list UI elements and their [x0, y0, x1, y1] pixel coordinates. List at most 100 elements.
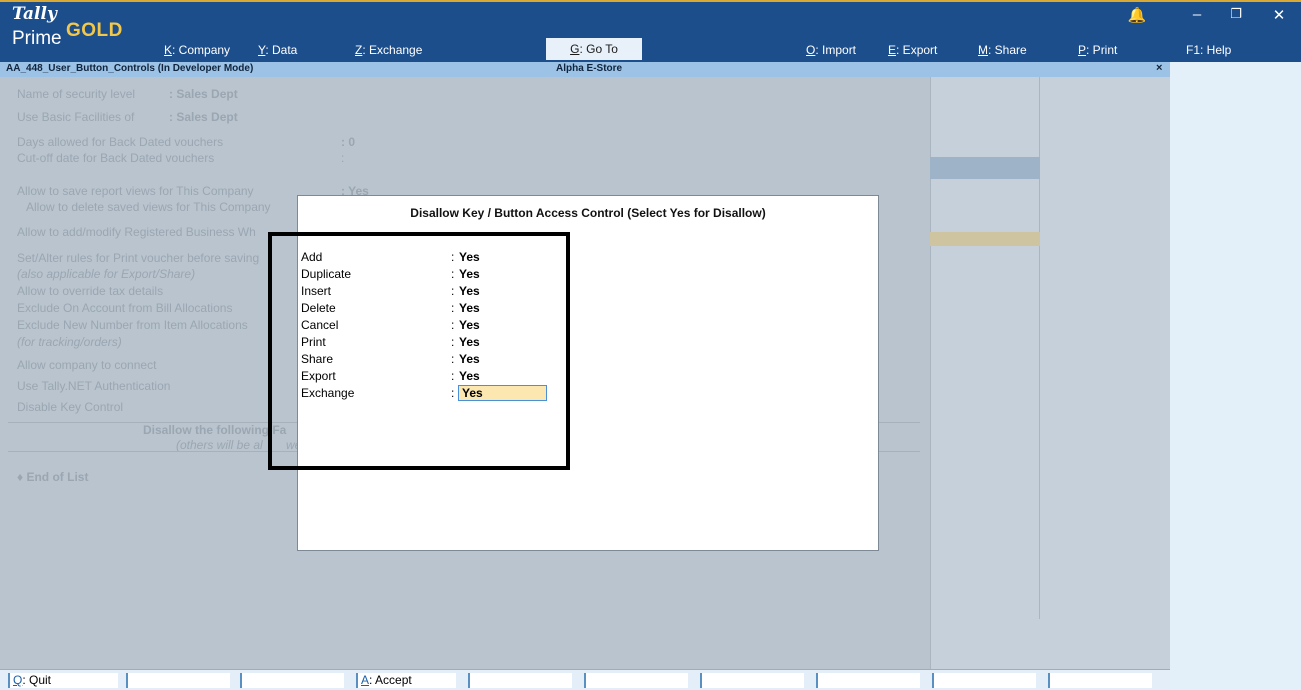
option-value-field[interactable]: Yes: [459, 352, 480, 366]
disallow-heading: Disallow the following Fa: [143, 423, 287, 437]
delete-views-label: Allow to delete saved views for This Com…: [26, 200, 271, 214]
logo-prime: Prime: [12, 28, 62, 49]
option-label: Insert: [301, 284, 332, 298]
disable-key-label: Disable Key Control: [17, 400, 124, 414]
option-label: Exchange: [301, 386, 355, 400]
title-strip: AA_448_User_Button_Controls (In Develope…: [0, 62, 1170, 77]
option-colon: :: [451, 250, 455, 264]
menu-exchange[interactable]: Z: Exchange: [355, 43, 422, 57]
bottom-slot-2[interactable]: [126, 673, 230, 688]
bottom-slot-3[interactable]: [240, 673, 344, 688]
exclude-new-number-label: Exclude New Number from Item Allocations: [17, 318, 248, 332]
menu-share-label: : Share: [988, 43, 1027, 57]
option-value-field[interactable]: Yes: [459, 369, 480, 383]
tracking-note: (for tracking/orders): [17, 335, 122, 349]
logo-gold: GOLD: [66, 20, 123, 41]
option-value-field[interactable]: Yes: [459, 301, 480, 315]
option-value-field[interactable]: Yes: [459, 318, 480, 332]
override-tax-label: Allow to override tax details: [17, 284, 164, 298]
bottom-button-bar: Q: Quit A: Accept: [0, 669, 1170, 690]
option-value-field[interactable]: Yes: [459, 267, 480, 281]
accept-button[interactable]: A: Accept: [356, 673, 456, 688]
option-row-share[interactable]: Share: Yes: [301, 351, 561, 368]
top-menu-bar: Tally GOLD Prime K: Company Y: Data Z: E…: [0, 0, 1301, 62]
option-label: Cancel: [301, 318, 339, 332]
menu-print-label: : Print: [1086, 43, 1118, 57]
bell-icon[interactable]: 🔔: [1127, 6, 1147, 24]
end-of-list: ♦ End of List: [17, 470, 89, 484]
days-back-dated-label: Days allowed for Back Dated vouchers: [17, 135, 224, 149]
basic-facilities-label: Use Basic Facilities of: [17, 110, 135, 124]
option-colon: :: [451, 318, 455, 332]
menu-print[interactable]: P: Print: [1078, 43, 1117, 57]
quit-label: : Quit: [22, 673, 52, 687]
close-icon[interactable]: ✕: [1269, 6, 1289, 24]
menu-data-label: : Data: [265, 43, 298, 57]
cutoff-date-value: :: [341, 151, 345, 165]
minimize-icon[interactable]: –: [1187, 6, 1207, 23]
option-row-export[interactable]: Export: Yes: [301, 368, 561, 385]
bottom-slot-5[interactable]: [468, 673, 572, 688]
print-rules-note: (also applicable for Export/Share): [17, 267, 196, 281]
bottom-slot-8[interactable]: [816, 673, 920, 688]
option-value-field[interactable]: Yes: [459, 335, 480, 349]
option-row-delete[interactable]: Delete: Yes: [301, 300, 561, 317]
accent-line: [0, 0, 1301, 2]
security-level-label: Name of security level: [17, 87, 136, 101]
menu-goto[interactable]: G: Go To: [546, 38, 642, 60]
option-value-field[interactable]: Yes: [459, 284, 480, 298]
option-label: Print: [301, 335, 326, 349]
report-title: AA_448_User_Button_Controls (In Develope…: [6, 63, 254, 74]
basic-facilities-value: : Sales Dept: [169, 110, 238, 124]
menu-share[interactable]: M: Share: [978, 43, 1027, 57]
option-value-field[interactable]: Yes: [458, 385, 547, 401]
disallow-key-dialog: Disallow Key / Button Access Control (Se…: [297, 195, 879, 551]
side-column-selected-row: [930, 157, 1040, 179]
menu-company-key: K: [164, 43, 173, 57]
menu-data[interactable]: Y: Data: [258, 43, 297, 57]
dialog-title: Disallow Key / Button Access Control (Se…: [410, 206, 766, 220]
option-label: Share: [301, 352, 334, 366]
option-row-cancel[interactable]: Cancel: Yes: [301, 317, 561, 334]
option-row-duplicate[interactable]: Duplicate: Yes: [301, 266, 561, 283]
accept-key: A: [361, 673, 370, 687]
right-button-panel: [1170, 62, 1301, 690]
bottom-slot-7[interactable]: [700, 673, 804, 688]
option-label: Delete: [301, 301, 336, 315]
menu-export[interactable]: E: Export: [888, 43, 937, 57]
bottom-slot-6[interactable]: [584, 673, 688, 688]
restore-icon[interactable]: ❐: [1226, 6, 1246, 22]
exclude-on-account-label: Exclude On Account from Bill Allocations: [17, 301, 233, 315]
option-row-insert[interactable]: Insert: Yes: [301, 283, 561, 300]
accept-label: : Accept: [369, 673, 412, 687]
option-row-exchange[interactable]: Exchange: Yes: [301, 385, 561, 402]
menu-print-key: P: [1078, 43, 1087, 57]
security-level-value: : Sales Dept: [169, 87, 238, 101]
days-back-dated-value: : 0: [341, 135, 356, 149]
menu-help[interactable]: F1: Help: [1186, 43, 1231, 57]
menu-import[interactable]: O: Import: [806, 43, 856, 57]
bottom-slot-10[interactable]: [1048, 673, 1152, 688]
option-label: Add: [301, 250, 323, 264]
option-value-field[interactable]: Yes: [459, 250, 480, 264]
option-row-print[interactable]: Print: Yes: [301, 334, 561, 351]
menu-company[interactable]: K: Company: [164, 43, 230, 57]
menu-company-label: : Company: [172, 43, 231, 57]
print-rules-label: Set/Alter rules for Print voucher before…: [17, 251, 260, 265]
option-colon: :: [451, 301, 455, 315]
close-report-icon[interactable]: ×: [1156, 62, 1162, 74]
menu-share-key: M: [978, 43, 988, 57]
side-column-active-row: [930, 232, 1040, 246]
company-name: Alpha E-Store: [556, 63, 623, 74]
menu-export-label: : Export: [896, 43, 938, 57]
save-views-label: Allow to save report views for This Comp…: [17, 184, 254, 198]
menu-import-key: O: [806, 43, 816, 57]
bottom-slot-9[interactable]: [932, 673, 1036, 688]
quit-key: Q: [13, 673, 23, 687]
quit-button[interactable]: Q: Quit: [8, 673, 118, 688]
option-colon: :: [451, 386, 455, 400]
option-row-add[interactable]: Add: Yes: [301, 249, 561, 266]
menu-import-label: : Import: [815, 43, 857, 57]
option-label: Duplicate: [301, 267, 352, 281]
option-colon: :: [451, 267, 455, 281]
